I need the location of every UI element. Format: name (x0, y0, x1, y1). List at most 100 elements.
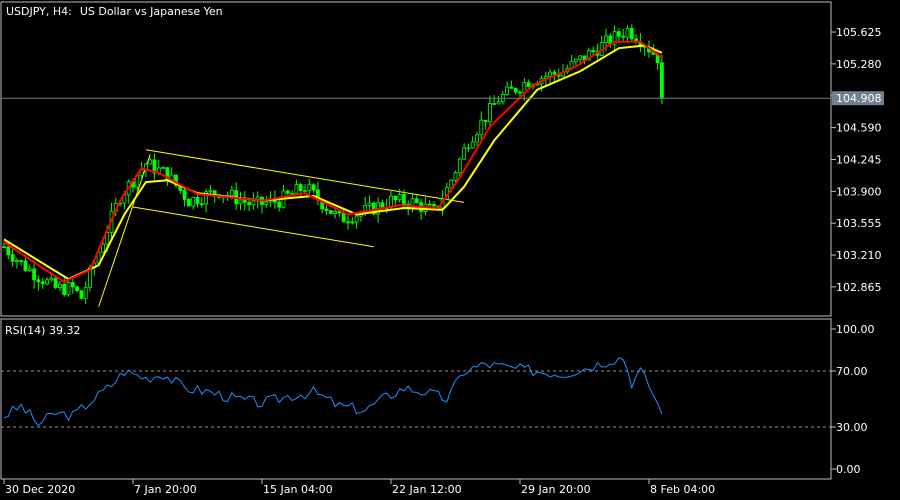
candle-body (70, 282, 75, 288)
candle-body (45, 279, 49, 285)
time-tick-label: 29 Jan 20:00 (521, 483, 591, 496)
candle-body (496, 101, 501, 105)
candle-body (307, 184, 312, 192)
candle-body (453, 172, 458, 181)
candle-body (505, 86, 510, 95)
candle-body (195, 197, 200, 205)
time-tick-label: 8 Feb 04:00 (650, 483, 715, 496)
candle-body (66, 282, 71, 295)
candle-body (470, 141, 475, 149)
price-tick-label: 103.555 (836, 217, 882, 230)
candle-body (32, 268, 36, 281)
candle-body (617, 31, 621, 37)
time-tick-label: 7 Jan 20:00 (134, 483, 197, 496)
candle-body (36, 279, 41, 283)
candle-body (186, 198, 191, 207)
candle-body (432, 204, 436, 207)
candle-body (397, 194, 402, 201)
price-tick-label: 104.245 (836, 153, 882, 166)
price-tick-label: 104.590 (836, 122, 882, 135)
candle-body (466, 147, 471, 150)
candle-body (294, 184, 299, 194)
candle-body (264, 201, 269, 205)
candle-body (487, 103, 492, 123)
candle-body (548, 71, 552, 77)
candle-body (509, 86, 514, 89)
candle-body (457, 158, 462, 174)
candle-body (58, 283, 62, 288)
candle-body (161, 167, 166, 169)
candle-body (182, 189, 187, 200)
symbol-label: USDJPY, H4: (6, 5, 72, 18)
chart-symbol: USDJPY, H4: US Dollar vs Japanese Yen (6, 5, 223, 18)
candle-body (251, 200, 256, 206)
candle-body (414, 198, 419, 204)
candle-body (27, 268, 32, 271)
candle-body (380, 202, 385, 208)
candle-body (578, 55, 583, 60)
candle-body (62, 283, 67, 295)
time-tick-label: 22 Jan 12:00 (392, 483, 462, 496)
rsi-tick-label: 0.00 (836, 463, 861, 476)
candle-body (191, 197, 196, 207)
candle-body (242, 199, 247, 203)
candle-body (40, 281, 45, 285)
candle-body (49, 277, 54, 281)
candle-body (23, 260, 28, 271)
candle-body (6, 246, 11, 256)
candle-body (238, 199, 243, 205)
candle-body (574, 58, 578, 62)
candle-body (483, 119, 488, 123)
candle-body (462, 147, 467, 160)
candle-body (148, 159, 153, 165)
rsi-tick-label: 100.00 (836, 323, 875, 336)
candle-body (75, 286, 79, 292)
candle-body (393, 195, 398, 201)
candle-body (328, 210, 333, 214)
candle-body (427, 203, 432, 206)
candle-body (101, 243, 105, 253)
candle-body (625, 27, 630, 38)
candle-body (247, 201, 252, 206)
candle-body (513, 87, 518, 93)
candle-body (629, 27, 634, 40)
chart-svg: 105.625105.280104.935104.590104.245103.9… (0, 0, 900, 500)
candle-body (591, 50, 595, 53)
candle-body (604, 35, 608, 43)
candle-body (199, 203, 204, 206)
candle-body (285, 190, 290, 194)
rsi-header: RSI(14) 39.32 (5, 324, 80, 337)
candle-body (350, 221, 355, 224)
price-tick-label: 105.625 (836, 26, 882, 39)
candle-body (660, 62, 664, 99)
candle-body (324, 208, 329, 211)
candle-body (341, 212, 346, 223)
candle-body (346, 221, 350, 224)
candle-body (2, 246, 6, 249)
candle-body (290, 192, 295, 195)
candle-body (10, 254, 15, 262)
price-axis: 105.625105.280104.935104.590104.245103.9… (831, 26, 882, 294)
candle-body (14, 260, 19, 262)
candle-body (401, 194, 406, 205)
time-tick-label: 15 Jan 04:00 (263, 483, 333, 496)
candle-body (354, 215, 359, 223)
rsi-tick-label: 70.00 (836, 365, 868, 378)
candle-body (552, 71, 557, 75)
price-tick-label: 105.280 (836, 58, 882, 71)
time-tick-label: 30 Dec 2020 (5, 483, 75, 496)
candle-body (303, 190, 307, 193)
current-price-label: 104.908 (836, 92, 882, 105)
candle-body (526, 82, 531, 87)
price-tick-label: 103.210 (836, 249, 882, 262)
symbol-description: US Dollar vs Japanese Yen (80, 5, 223, 18)
chart-background (0, 0, 900, 500)
candle-body (475, 134, 479, 143)
price-tick-label: 103.900 (836, 185, 882, 198)
rsi-tick-label: 30.00 (836, 421, 868, 434)
candle-body (621, 35, 626, 38)
candle-body (367, 202, 372, 206)
candle-body (79, 290, 84, 299)
candle-body (518, 91, 522, 94)
candle-body (311, 184, 316, 191)
